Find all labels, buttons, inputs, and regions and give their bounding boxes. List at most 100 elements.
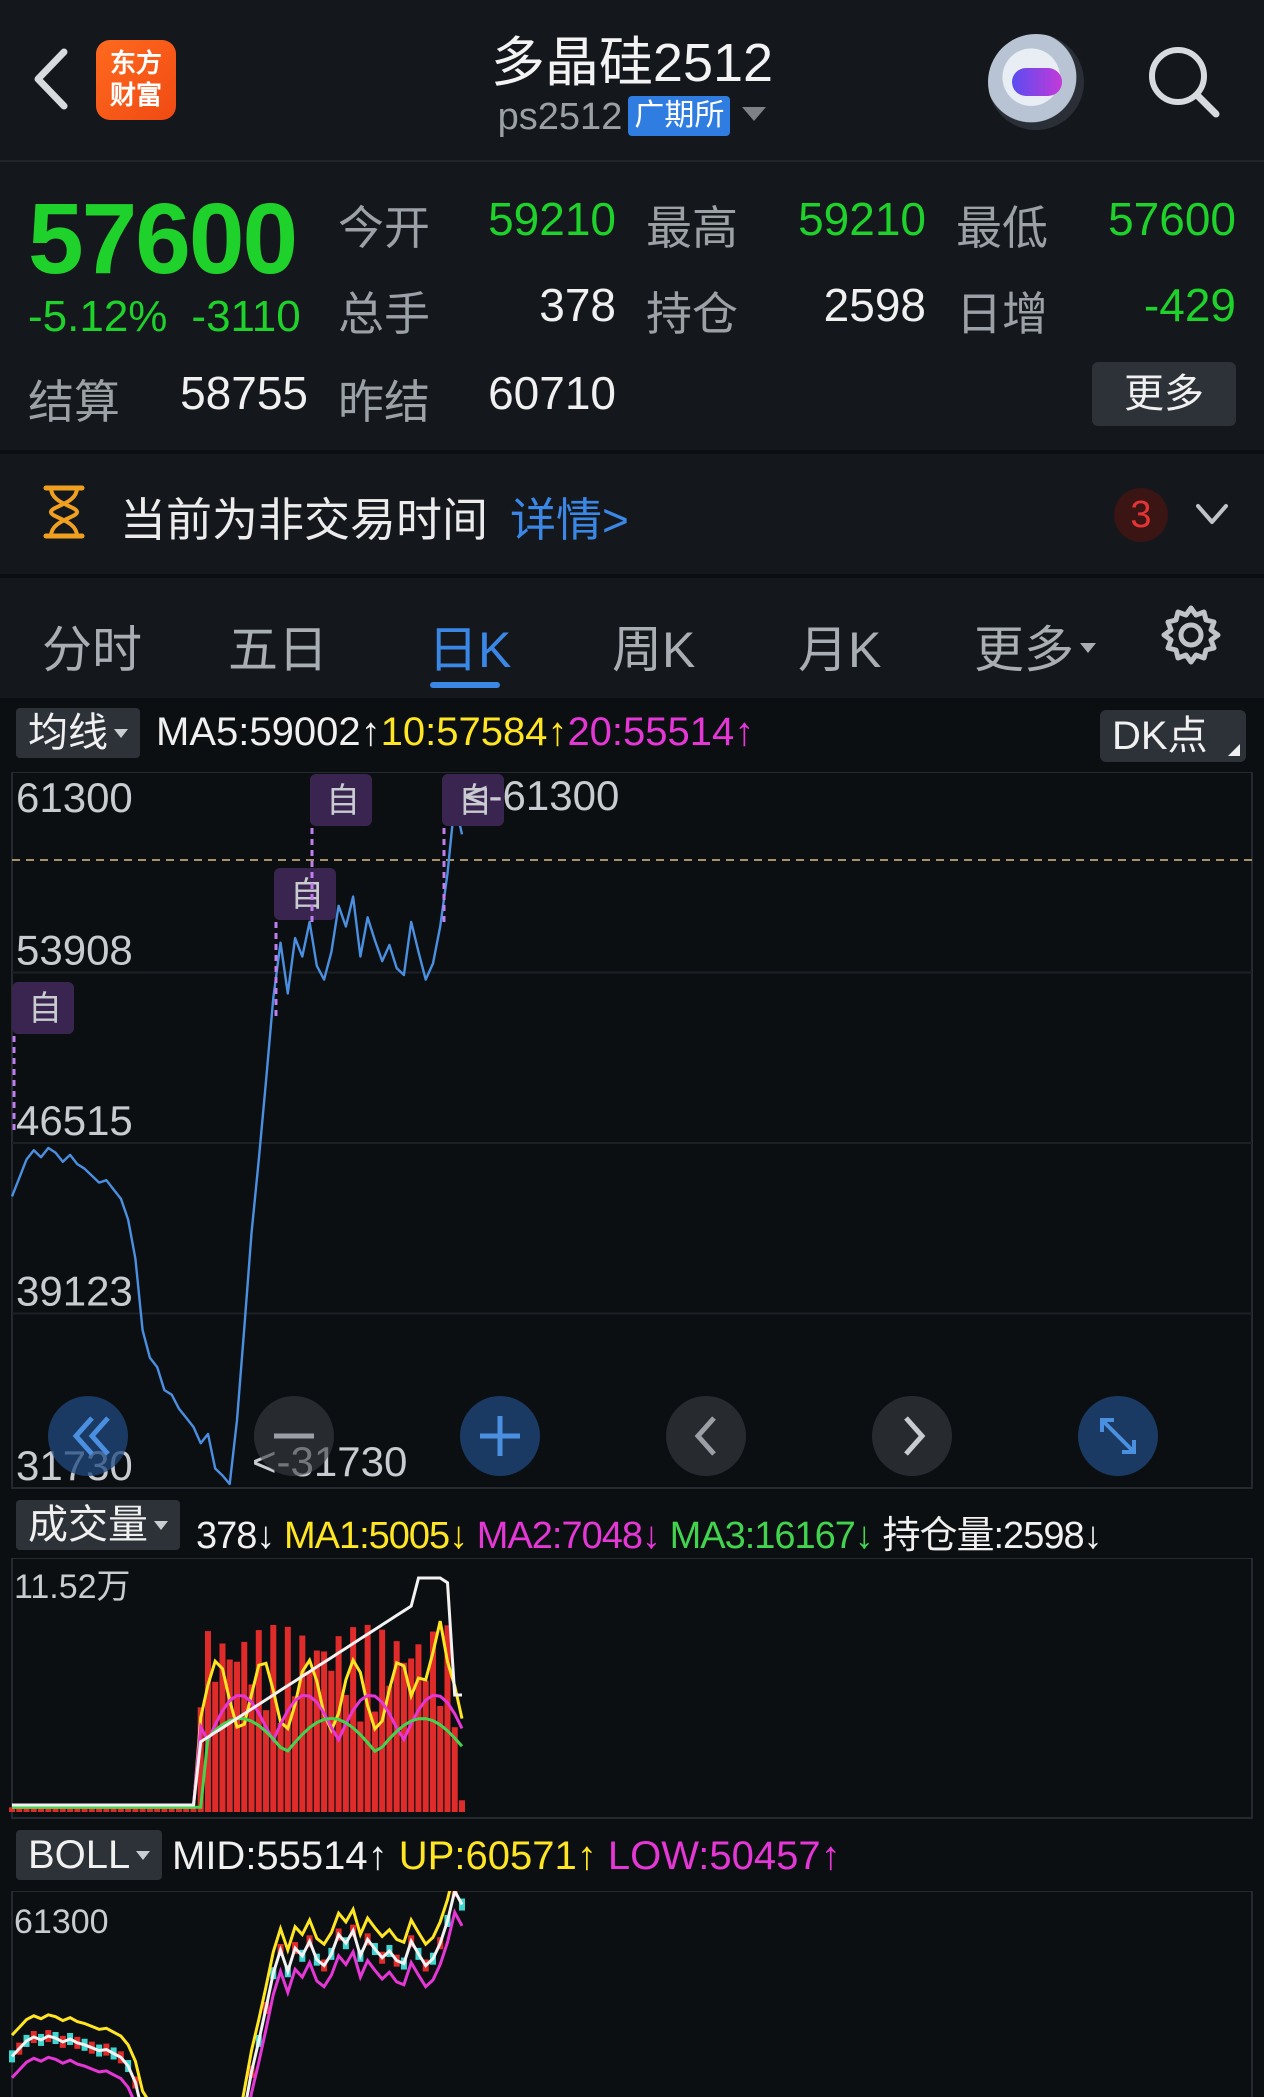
volume-bar — [415, 1644, 422, 1812]
change-amount: -3110 — [191, 292, 301, 341]
volume-bar — [306, 1671, 313, 1812]
marker-label: 自 — [290, 876, 324, 914]
boll-indicator-bar: BOLL MID:55514↑ UP:60571↑ LOW:50457↑ — [0, 1826, 1264, 1888]
tab-weekly-k[interactable]: 周K — [612, 610, 695, 682]
low-label: 最低 — [956, 202, 1048, 254]
tab-daily-k[interactable]: 日K — [428, 610, 511, 682]
ma20-value: 20:55514↑ — [567, 710, 755, 754]
change-percent: -5.12% — [28, 292, 168, 341]
robot-assistant-avatar[interactable] — [988, 34, 1084, 130]
top-bar: 东方 财富 多晶硅2512 ps2512 广期所 — [0, 0, 1264, 160]
volume-label: 总手 — [338, 288, 430, 340]
y-tick-label: 46515 — [16, 1097, 133, 1144]
volume-bar — [255, 1630, 262, 1812]
volume-value: 378↓ — [196, 1515, 275, 1557]
settings-gear-icon[interactable] — [1160, 604, 1222, 666]
y-tick-label: 53908 — [16, 927, 133, 974]
trading-status-notice: 当前为非交易时间 详情> 3 — [0, 454, 1264, 574]
quote-panel: 57600 -5.12% -3110 今开 59210 最高 59210 最低 5… — [0, 160, 1264, 450]
zoom-out-button[interactable] — [254, 1396, 334, 1476]
boll-low-value: LOW:50457↑ — [607, 1834, 841, 1878]
boll-selector-label: BOLL — [28, 1833, 131, 1877]
last-price: 57600 — [28, 183, 298, 295]
open-interest-value: 2598 — [823, 279, 926, 331]
boll-up-value: UP:60571↑ — [398, 1834, 597, 1878]
boll-values: MID:55514↑ UP:60571↑ LOW:50457↑ — [172, 1834, 841, 1879]
dropdown-caret-icon — [1080, 643, 1096, 653]
volume-bar — [328, 1670, 335, 1812]
daily-change-label: 日增 — [956, 288, 1048, 340]
marker-label: 自 — [28, 990, 62, 1028]
tab-five-day[interactable]: 五日 — [228, 610, 328, 682]
tab-intraday[interactable]: 分时 — [42, 610, 142, 682]
volume-bar — [335, 1636, 342, 1812]
volume-values: 378↓ MA1:5005↓ MA2:7048↓ MA3:16167↓ 持仓量:… — [196, 1504, 1103, 1559]
zoom-in-button[interactable] — [460, 1396, 540, 1476]
volume-bar — [299, 1635, 306, 1812]
price-line-chart[interactable]: 6130053908465153912331730 自自自自 <-61300 <… — [0, 772, 1264, 1492]
prev-settlement-value: 60710 — [488, 367, 616, 419]
prev-settlement-label: 昨结 — [338, 376, 430, 428]
dk-point-button[interactable]: DK点 — [1100, 710, 1246, 762]
dropdown-caret-icon — [742, 107, 767, 121]
ma10-value: 10:57584↑ — [380, 710, 568, 754]
scroll-right-button[interactable] — [872, 1396, 952, 1476]
tab-more-label: 更多 — [974, 622, 1074, 678]
open-value: 59210 — [488, 193, 616, 245]
volume-selector[interactable]: 成交量 — [16, 1500, 180, 1550]
boll-chart[interactable]: 61300 — [0, 1891, 1264, 2097]
boll-max-label: 61300 — [14, 1903, 109, 1941]
open-interest-label: 持仓 — [646, 288, 738, 340]
volume-bar — [204, 1631, 211, 1812]
chevron-down-icon[interactable] — [1194, 496, 1230, 532]
volume-bar — [241, 1641, 248, 1812]
volume-bar — [234, 1661, 240, 1812]
tab-more[interactable]: 更多 — [974, 610, 1096, 682]
boll-selector[interactable]: BOLL — [16, 1830, 163, 1880]
volume-bar — [270, 1624, 277, 1812]
high-value: 59210 — [798, 193, 926, 245]
open-label: 今开 — [338, 202, 430, 254]
high-label: 最高 — [646, 202, 738, 254]
y-tick-label: 39123 — [16, 1268, 133, 1315]
volume-bar — [364, 1624, 371, 1812]
volume-bar — [277, 1722, 284, 1812]
settlement-label: 结算 — [28, 376, 120, 428]
notification-count-badge[interactable]: 3 — [1114, 488, 1168, 542]
tab-monthly-k[interactable]: 月K — [798, 610, 881, 682]
volume-max-label: 11.52万 — [14, 1568, 131, 1606]
ma-selector-label: 均线 — [28, 711, 108, 755]
volume-indicator-bar: 成交量 378↓ MA1:5005↓ MA2:7048↓ MA3:16167↓ … — [0, 1496, 1264, 1558]
hourglass-icon — [43, 485, 85, 539]
y-tick-label: 61300 — [16, 774, 133, 821]
marker-label: 自 — [326, 782, 360, 820]
volume-bar — [321, 1651, 328, 1812]
volume-bar — [350, 1627, 357, 1812]
fullscreen-button[interactable] — [1078, 1396, 1158, 1476]
scroll-left-button[interactable] — [666, 1396, 746, 1476]
daily-change-value: -429 — [1143, 279, 1236, 331]
ma5-value: MA5:59002↑ — [156, 710, 381, 754]
low-value: 57600 — [1108, 193, 1236, 245]
more-quote-button[interactable]: 更多 — [1092, 362, 1236, 426]
boll-mid-value: MID:55514↑ — [172, 1834, 388, 1878]
volume-value: 378 — [539, 279, 616, 331]
exchange-badge: 广期所 — [628, 96, 731, 136]
dk-point-label: DK点 — [1112, 714, 1208, 758]
open-interest-indicator: 持仓量:2598↓ — [882, 1515, 1103, 1557]
search-icon[interactable] — [1144, 42, 1224, 122]
volume-chart[interactable]: 11.52万 — [0, 1558, 1264, 1820]
ma-selector[interactable]: 均线 — [16, 708, 140, 758]
details-link[interactable]: 详情> — [510, 484, 629, 550]
scroll-left-fast-button[interactable] — [48, 1396, 128, 1476]
settlement-value: 58755 — [180, 367, 308, 419]
ma-indicator-bar: 均线 MA5:59002↑10:57584↑20:55514↑ — [0, 700, 1264, 762]
volume-bar — [226, 1659, 233, 1812]
volume-selector-label: 成交量 — [28, 1503, 148, 1547]
volume-bar — [212, 1681, 219, 1812]
vol-ma3-value: MA3:16167↓ — [669, 1515, 874, 1557]
price-change: -5.12% -3110 — [28, 292, 325, 342]
vol-ma2-value: MA2:7048↓ — [476, 1515, 661, 1557]
vol-ma1-value: MA1:5005↓ — [283, 1515, 468, 1557]
active-tab-indicator — [430, 682, 500, 688]
